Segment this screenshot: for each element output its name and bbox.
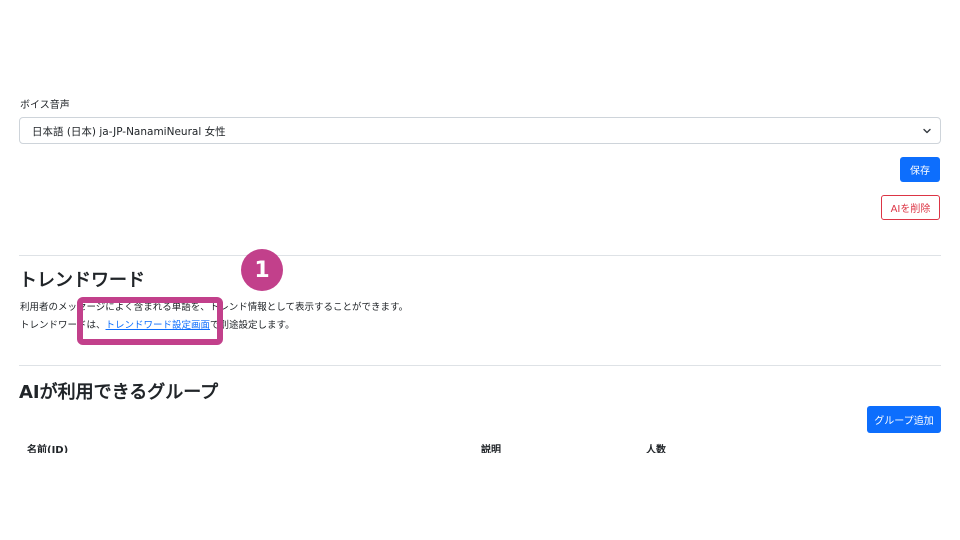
column-header-name[interactable]: 名前(ID) bbox=[27, 441, 68, 453]
section-divider bbox=[19, 255, 941, 256]
add-group-button[interactable]: グループ追加 bbox=[867, 406, 941, 433]
step-badge: 1 bbox=[241, 249, 283, 291]
settings-page: ボイス音声 日本語 (日本) ja-JP-NanamiNeural 女性 保存 … bbox=[0, 0, 960, 540]
voice-select-value: 日本語 (日本) ja-JP-NanamiNeural 女性 bbox=[32, 126, 226, 138]
column-header-count[interactable]: 人数 bbox=[646, 441, 666, 453]
voice-select[interactable]: 日本語 (日本) ja-JP-NanamiNeural 女性 bbox=[19, 117, 941, 144]
save-button[interactable]: 保存 bbox=[900, 157, 940, 182]
trend-section-title: トレンドワード bbox=[19, 270, 145, 291]
voice-label: ボイス音声 bbox=[20, 100, 70, 111]
section-divider bbox=[19, 365, 941, 366]
chevron-down-icon bbox=[923, 128, 931, 134]
column-header-description[interactable]: 説明 bbox=[481, 441, 501, 453]
highlight-box bbox=[77, 297, 223, 345]
ai-groups-title: AIが利用できるグループ bbox=[19, 382, 219, 403]
delete-ai-button[interactable]: AIを削除 bbox=[881, 195, 940, 220]
